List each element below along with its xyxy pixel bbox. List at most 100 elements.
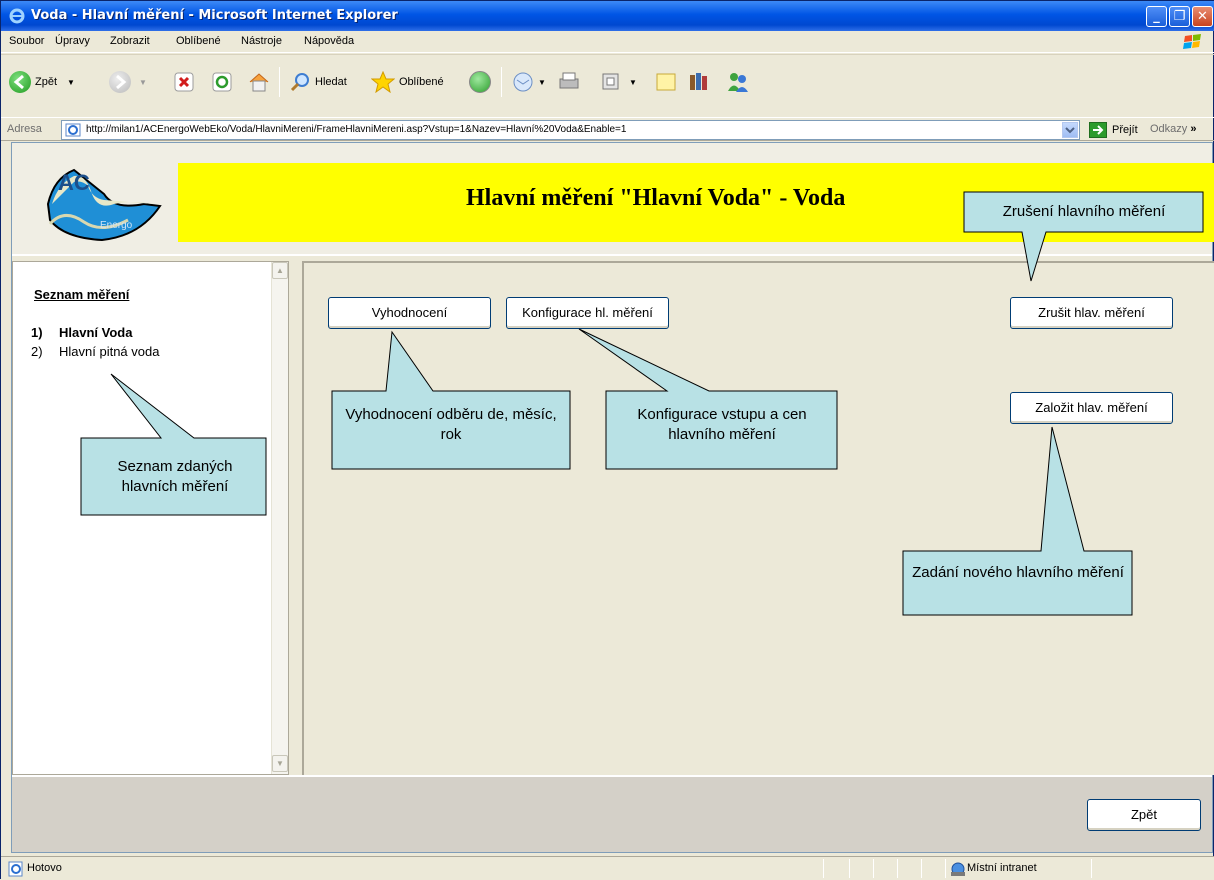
page-icon [65,123,81,137]
toolbar: Zpět ▼ ▼ Hledat Oblíbené ▼ ▼ [1,54,1214,114]
page-title: Hlavní měření "Hlavní Voda" - Voda [466,185,846,211]
create-measurement-button[interactable]: Založit hlav. měření [1010,392,1173,424]
evaluate-button[interactable]: Vyhodnocení [328,297,491,329]
restore-icon: ❐ [1173,9,1186,24]
research-button[interactable] [687,69,711,95]
menu-upravy[interactable]: Úpravy [55,35,90,47]
address-bar: Adresa http://milan1/ACEnergoWebEko/Voda… [1,117,1214,141]
close-icon: ✕ [1197,9,1208,24]
address-label: Adresa [7,123,42,135]
status-text: Hotovo [27,862,62,874]
history-icon [469,71,491,93]
bottom-bar: Zpět [12,775,1212,852]
cancel-measurement-button[interactable]: Zrušit hlav. měření [1010,297,1173,329]
back-page-button[interactable]: Zpět [1087,799,1201,831]
minimize-icon: _ [1153,9,1160,24]
address-url: http://milan1/ACEnergoWebEko/Voda/Hlavni… [86,124,627,135]
callout-config-text: Konfigurace vstupu a cen hlavního měření [637,406,807,443]
svg-text:AC: AC [58,170,90,195]
print-button[interactable] [557,69,581,95]
forward-button[interactable]: ▼ [109,69,147,95]
scroll-down-icon[interactable]: ▼ [272,755,288,772]
refresh-button[interactable] [211,69,233,95]
home-button[interactable] [247,69,271,95]
menu-zobrazit[interactable]: Zobrazit [110,35,150,47]
back-dropdown-icon[interactable]: ▼ [67,78,75,87]
callout-create-text: Zadání nového hlavního měření [912,564,1124,581]
print-icon [559,72,579,89]
svg-text:Energo: Energo [100,220,133,231]
list-item[interactable]: 1) Hlavní Voda [31,325,132,340]
list-item[interactable]: 2) Hlavní pitná voda [31,344,159,359]
title-bar: Voda - Hlavní měření - Microsoft Interne… [1,1,1214,31]
status-divider [873,859,874,878]
edit-icon [602,73,619,90]
windows-logo-icon [1183,34,1201,49]
mail-button[interactable]: ▼ [511,69,546,95]
status-divider [1091,859,1092,878]
scroll-up-icon[interactable]: ▲ [272,262,288,279]
status-bar: Hotovo Místní intranet [1,856,1214,880]
page-done-icon [8,861,23,877]
status-divider [823,859,824,878]
measurement-list-frame: Seznam měření 1) Hlavní Voda 2) Hlavní pit… [12,261,289,775]
mail-icon [513,72,533,92]
browser-window: Voda - Hlavní měření - Microsoft Interne… [0,0,1214,880]
page-content: AC Energo Hlavní měření "Hlavní Voda" - … [11,142,1214,853]
callout-list-text: Seznam zdaných hlavních měření [117,458,233,495]
configure-button[interactable]: Konfigurace hl. měření [506,297,669,329]
go-button[interactable]: Přejít [1089,122,1138,138]
search-icon [290,73,309,92]
favorites-button[interactable]: Oblíbené [371,69,444,95]
status-divider [849,859,850,878]
links-toolbar[interactable]: Odkazy » [1150,123,1196,135]
measurement-list-title: Seznam měření [34,287,130,302]
address-input[interactable]: http://milan1/ACEnergoWebEko/Voda/Hlavni… [61,120,1080,140]
discuss-button[interactable] [655,69,677,95]
acenergo-logo: AC Energo [46,168,162,242]
home-icon [249,73,269,92]
address-dropdown-button[interactable] [1062,122,1078,138]
menu-nastroje[interactable]: Nástroje [241,35,282,47]
messenger-icon [728,73,748,92]
stop-button[interactable] [173,69,195,95]
go-arrow-icon [1089,122,1107,138]
toolbar-separator [279,67,280,97]
window-title: Voda - Hlavní měření - Microsoft Interne… [31,8,398,23]
callout-evaluate-text: Vyhodnocení odběru de, měsíc, rok [345,406,557,443]
history-button[interactable] [469,69,491,95]
menu-soubor[interactable]: Soubor [9,35,44,47]
stop-icon [174,72,194,92]
forward-dropdown-icon[interactable]: ▼ [139,78,147,87]
edit-button[interactable]: ▼ [601,69,637,95]
callout-cancel-text: Zrušení hlavního měření [1002,203,1166,220]
favorites-star-icon [371,71,395,93]
status-divider [945,859,946,878]
close-button[interactable]: ✕ [1192,6,1213,27]
research-books-icon [690,73,707,90]
status-divider [897,859,898,878]
back-arrow-icon [9,71,31,93]
security-zone: Místní intranet [967,862,1037,874]
internet-explorer-icon [9,8,25,24]
refresh-icon [212,72,232,92]
chevron-down-icon [1065,127,1075,134]
search-button[interactable]: Hledat [289,69,347,95]
back-button[interactable]: Zpět ▼ [9,69,75,95]
mail-dropdown-icon[interactable]: ▼ [538,78,546,87]
vertical-scrollbar[interactable]: ▲ ▼ [271,262,288,774]
actions-frame: Vyhodnocení Konfigurace hl. měření Zruši… [302,261,1214,775]
intranet-zone-icon [951,862,965,876]
maximize-button[interactable]: ❐ [1169,6,1190,27]
minimize-button[interactable]: _ [1146,6,1167,27]
forward-arrow-icon [109,71,131,93]
status-divider [921,859,922,878]
note-icon [656,73,676,91]
page-header: AC Energo Hlavní měření "Hlavní Voda" - … [12,143,1214,256]
messenger-button[interactable] [725,69,751,95]
menu-napoveda[interactable]: Nápověda [304,35,354,47]
edit-dropdown-icon[interactable]: ▼ [629,78,637,87]
menu-oblibene[interactable]: Oblíbené [176,35,221,47]
menu-bar: Soubor Úpravy Zobrazit Oblíbené Nástroje… [1,31,1214,53]
toolbar-separator [501,67,502,97]
